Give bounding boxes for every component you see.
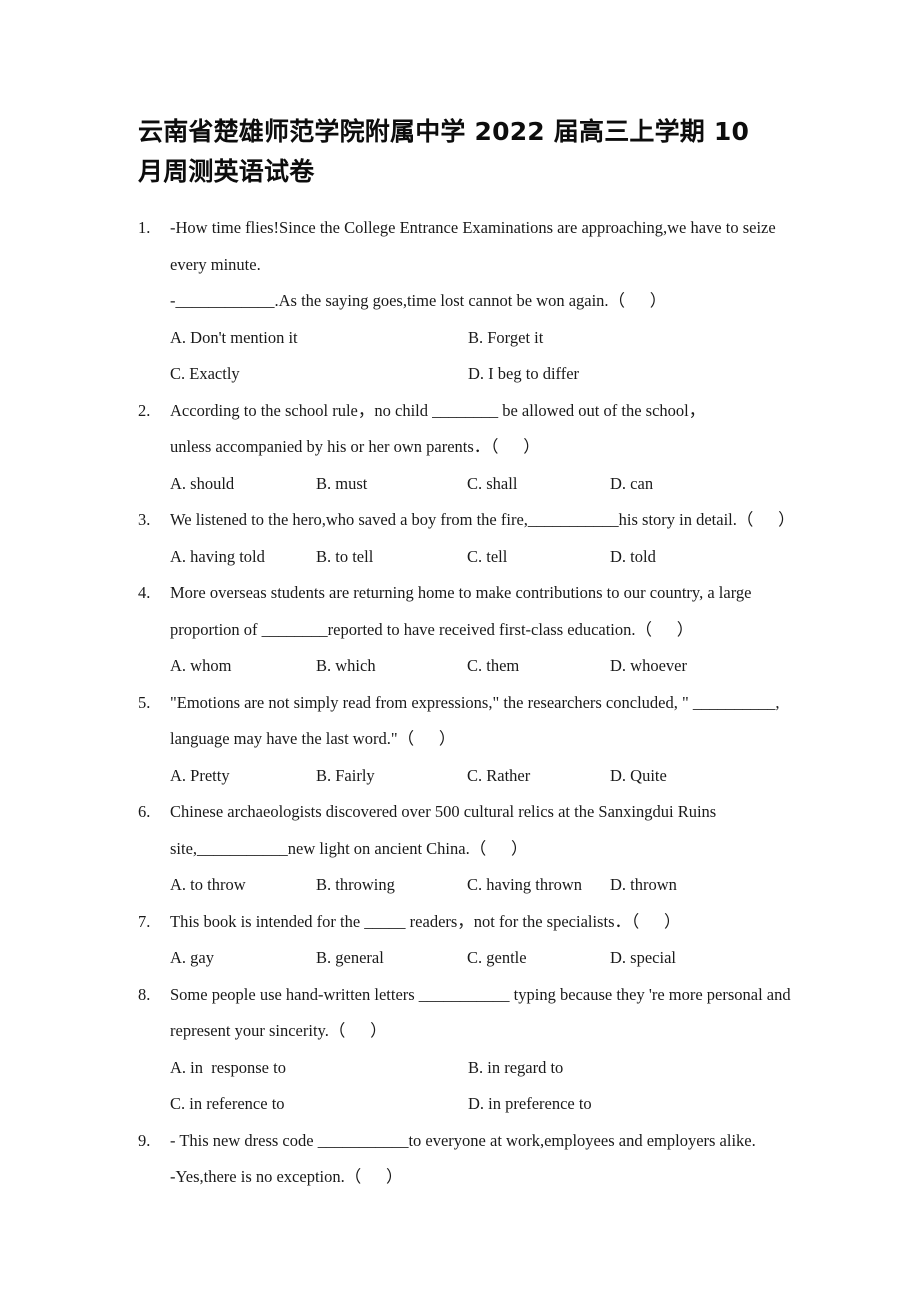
option-group: A. Pretty B. Fairly C. Rather D. Quite — [170, 758, 802, 795]
question-item: 5. "Emotions are not simply read from exp… — [0, 685, 920, 795]
option-choice[interactable]: D. I beg to differ — [468, 356, 579, 393]
option-choice[interactable]: B. must — [316, 466, 367, 503]
option-choice[interactable]: A. having told — [170, 539, 265, 576]
question-number: 7. — [138, 911, 151, 931]
option-choice[interactable]: D. special — [610, 940, 676, 977]
question-text-line: -How time flies!Since the College Entran… — [170, 218, 776, 237]
option-choice[interactable]: D. whoever — [610, 648, 687, 685]
page-title: 云南省楚雄师范学院附属中学 2022 届高三上学期 10 月周测英语试卷 — [138, 117, 750, 186]
question-item: 8. Some people use hand-written letters _… — [0, 977, 920, 1123]
question-list: 1. -How time flies!Since the College Entr… — [0, 210, 920, 1196]
option-choice[interactable]: B. general — [316, 940, 384, 977]
question-number: 2. — [138, 400, 151, 420]
option-row: C. Exactly D. I beg to differ — [170, 356, 802, 393]
question-number: 4. — [138, 583, 151, 602]
option-choice[interactable]: B. which — [316, 648, 376, 685]
option-choice[interactable]: B. Fairly — [316, 758, 375, 795]
option-choice[interactable]: C. gentle — [467, 940, 527, 977]
option-choice[interactable]: C. having thrown — [467, 867, 582, 904]
question-number: 8. — [138, 984, 151, 1004]
option-choice[interactable]: D. can — [610, 466, 653, 503]
question-item: 7. This book is intended for the _____ re… — [0, 904, 920, 977]
option-group: A. Don't mention it B. Forget it C. Exactl… — [170, 320, 802, 393]
option-choice[interactable]: D. in preference to — [468, 1086, 592, 1123]
question-number: 9. — [138, 1130, 151, 1150]
option-group: A. to throw B. throwing C. having thrown D.… — [170, 867, 802, 904]
question-item: 9. - This new dress code ___________to ev… — [0, 1123, 920, 1196]
question-text-line: -Yes,there is no exception.（ ） — [170, 1167, 403, 1186]
option-choice[interactable]: A. gay — [170, 940, 214, 977]
option-choice[interactable]: A. whom — [170, 648, 231, 685]
option-choice[interactable]: D. thrown — [610, 867, 677, 904]
option-choice[interactable]: B. to tell — [316, 539, 373, 576]
option-choice[interactable]: D. told — [610, 539, 656, 576]
question-text-line: Chinese archaeologists discovered over 5… — [170, 802, 717, 821]
question-item: 2. According to the school rule，no child … — [0, 393, 920, 503]
question-number: 5. — [138, 692, 151, 712]
option-row: A. Don't mention it B. Forget it — [170, 320, 802, 357]
option-choice[interactable]: B. in regard to — [468, 1050, 563, 1087]
question-item: 3. We listened to the hero,who saved a bo… — [0, 502, 920, 575]
question-text-line: We listened to the hero,who saved a boy … — [170, 510, 795, 529]
option-choice[interactable]: C. in reference to — [170, 1086, 285, 1123]
question-text-line: "Emotions are not simply read from expre… — [170, 692, 780, 712]
question-text-line: represent your sincerity.（ ） — [170, 1021, 387, 1040]
question-number: 3. — [138, 510, 151, 529]
option-choice[interactable]: D. Quite — [610, 758, 667, 795]
option-choice[interactable]: C. tell — [467, 539, 507, 576]
option-choice[interactable]: A. Pretty — [170, 758, 230, 795]
option-group: A. gay B. general C. gentle D. special — [170, 940, 802, 977]
option-choice[interactable]: A. Don't mention it — [170, 320, 298, 357]
option-row: A. in response to B. in regard to — [170, 1050, 802, 1087]
question-text-line: proportion of ________reported to have r… — [170, 619, 694, 639]
question-text-line: language may have the last word."（ ） — [170, 729, 456, 748]
option-choice[interactable]: B. Forget it — [468, 320, 543, 357]
option-row: C. in reference to D. in preference to — [170, 1086, 802, 1123]
option-choice[interactable]: A. should — [170, 466, 234, 503]
question-text-line: Some people use hand-written letters ___… — [170, 984, 791, 1004]
question-text-line: unless accompanied by his or her own par… — [170, 437, 540, 456]
option-choice[interactable]: C. Rather — [467, 758, 530, 795]
option-choice[interactable]: B. throwing — [316, 867, 395, 904]
question-text-line: -____________.As the saying goes,time lo… — [170, 291, 667, 310]
question-item: 4. More overseas students are returning h… — [0, 575, 920, 685]
question-text-line: - This new dress code ___________to ever… — [170, 1130, 756, 1150]
question-text-line: site,___________new light on ancient Chi… — [170, 838, 528, 858]
question-item: 1. -How time flies!Since the College Entr… — [0, 210, 920, 393]
question-number: 1. — [138, 218, 151, 237]
option-group: A. having told B. to tell C. tell D. told — [170, 539, 802, 576]
option-choice[interactable]: C. shall — [467, 466, 517, 503]
question-text-line: According to the school rule，no child __… — [170, 400, 706, 420]
option-group: A. should B. must C. shall D. can — [170, 466, 802, 503]
question-number: 6. — [138, 802, 151, 821]
question-text-line: This book is intended for the _____ read… — [170, 911, 681, 931]
document-page: 云南省楚雄师范学院附属中学 2022 届高三上学期 10 月周测英语试卷 1. -… — [0, 0, 920, 1302]
option-choice[interactable]: A. to throw — [170, 867, 246, 904]
option-group: A. in response to B. in regard to C. in re… — [170, 1050, 802, 1123]
option-choice[interactable]: C. them — [467, 648, 519, 685]
option-group: A. whom B. which C. them D. whoever — [170, 648, 802, 685]
option-choice[interactable]: C. Exactly — [170, 356, 240, 393]
question-text-line: every minute. — [170, 254, 261, 274]
option-choice[interactable]: A. in response to — [170, 1050, 286, 1087]
question-text-line: More overseas students are returning hom… — [170, 583, 752, 602]
question-item: 6. Chinese archaeologists discovered over… — [0, 794, 920, 904]
